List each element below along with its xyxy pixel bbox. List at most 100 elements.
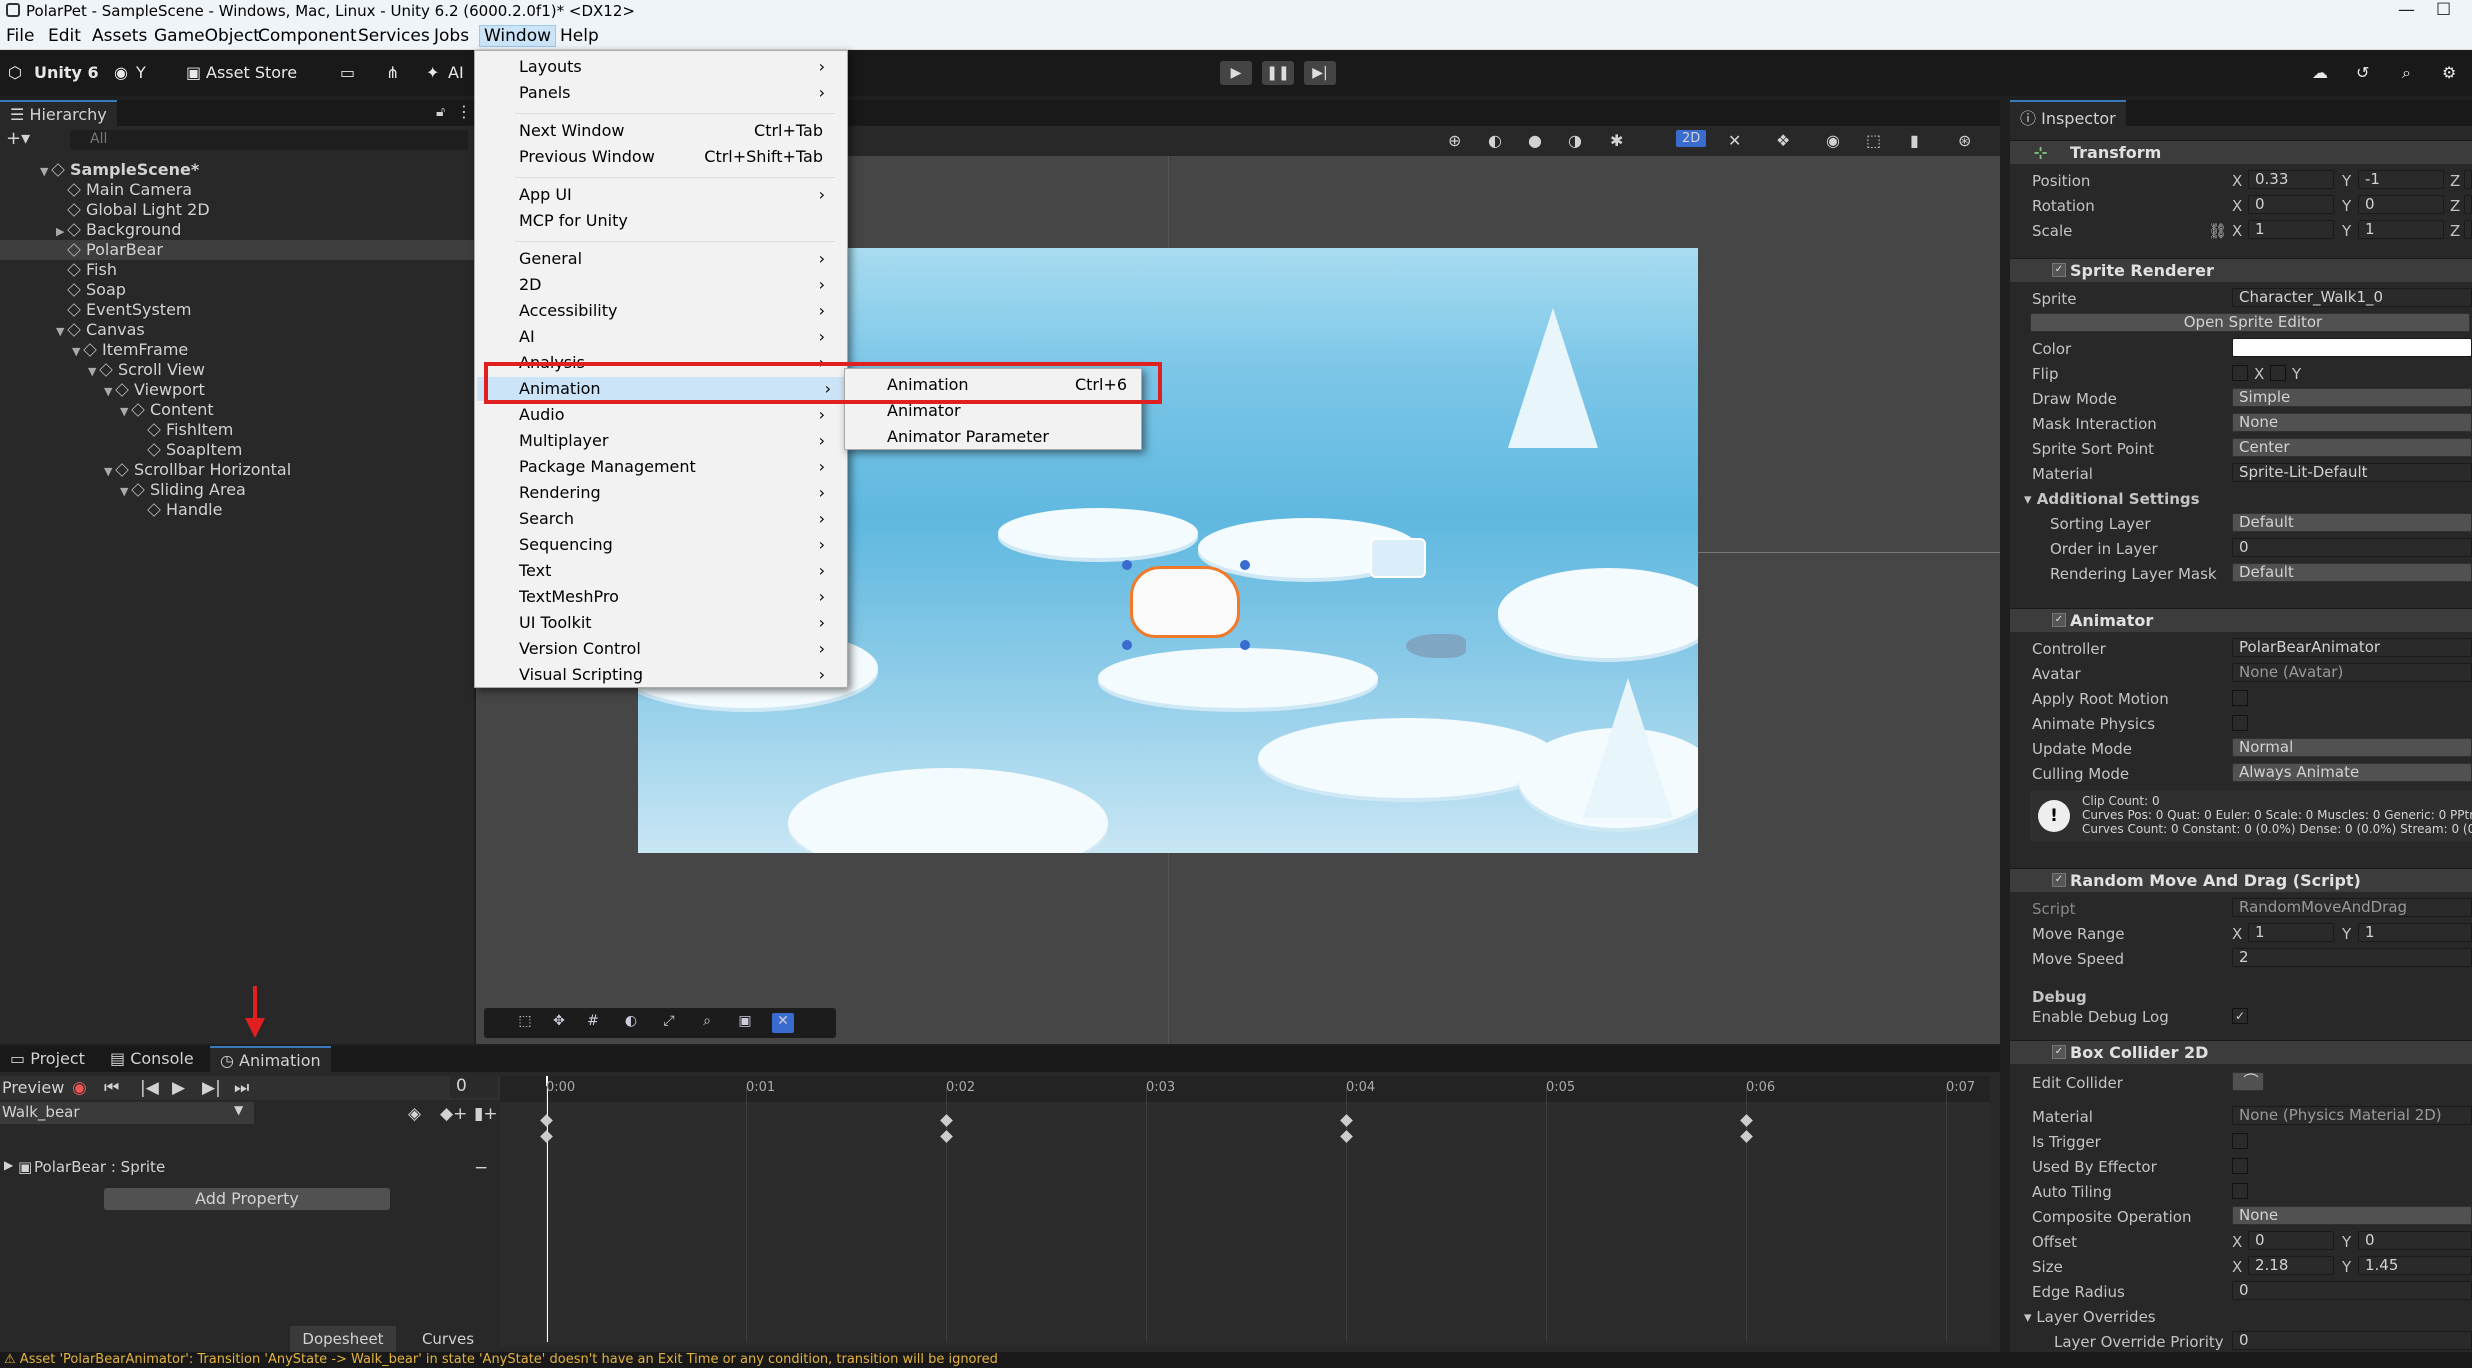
- flip-y-checkbox[interactable]: [2270, 365, 2286, 381]
- hierarchy-item[interactable]: FishItem: [0, 420, 474, 440]
- hierarchy-item[interactable]: Handle: [0, 500, 474, 520]
- keyframe[interactable]: [540, 1130, 553, 1143]
- offset-x-field[interactable]: 0: [2248, 1231, 2334, 1250]
- menu-component[interactable]: Component: [258, 26, 357, 46]
- asset-store-icon[interactable]: ▣: [186, 63, 201, 82]
- hierarchy-item[interactable]: Soap: [0, 280, 474, 300]
- menu-item-sequencing[interactable]: Sequencing ›: [519, 533, 839, 557]
- move-tool-icon[interactable]: ✥: [548, 1013, 570, 1033]
- audio-icon[interactable]: ✕: [1728, 131, 1741, 150]
- menu-item-2d[interactable]: 2D ›: [519, 273, 839, 297]
- package-icon[interactable]: ▭: [340, 63, 355, 82]
- asset-store-button[interactable]: Asset Store: [206, 63, 297, 82]
- menu-item-app-ui[interactable]: App UI ›: [519, 183, 839, 207]
- hierarchy-item[interactable]: ▶ Background: [0, 220, 474, 240]
- pause-button[interactable]: ❚❚: [1262, 61, 1294, 85]
- foldout-arrow-icon[interactable]: ▼: [72, 342, 84, 362]
- offset-y-field[interactable]: 0: [2358, 1231, 2472, 1250]
- menu-item-audio[interactable]: Audio ›: [519, 403, 839, 427]
- minimize-button[interactable]: —: [2398, 0, 2415, 20]
- keyframe[interactable]: [940, 1130, 953, 1143]
- hierarchy-item[interactable]: Global Light 2D: [0, 200, 474, 220]
- maximize-button[interactable]: ☐: [2436, 0, 2451, 20]
- user-icon[interactable]: ◉: [114, 63, 128, 82]
- soap-sprite[interactable]: [1370, 538, 1426, 578]
- tab-animation[interactable]: ◷ Animation: [210, 1046, 331, 1072]
- last-key-button[interactable]: ⏭: [234, 1078, 249, 1098]
- sphere-icon[interactable]: ●: [1528, 131, 1542, 150]
- screen-tool-icon[interactable]: ▣: [734, 1013, 756, 1033]
- animate-physics-checkbox[interactable]: [2232, 715, 2248, 731]
- scale-tool-icon[interactable]: ⤢: [658, 1013, 680, 1033]
- controller-field[interactable]: PolarBearAnimator: [2232, 638, 2472, 657]
- hierarchy-item[interactable]: Fish: [0, 260, 474, 280]
- material-field[interactable]: Sprite-Lit-Default: [2232, 463, 2472, 482]
- ai-icon[interactable]: ✦: [426, 63, 439, 82]
- account-button[interactable]: Unity 6: [34, 63, 99, 82]
- animator-header[interactable]: ✓ Animator: [2010, 608, 2472, 632]
- used-by-effector-checkbox[interactable]: [2232, 1158, 2248, 1174]
- apply-root-motion-checkbox[interactable]: [2232, 690, 2248, 706]
- hierarchy-item[interactable]: Main Camera: [0, 180, 474, 200]
- menu-item-textmeshpro[interactable]: TextMeshPro ›: [519, 585, 839, 609]
- foldout-arrow-icon[interactable]: ▼: [120, 402, 132, 422]
- composite-operation-dropdown[interactable]: None: [2232, 1206, 2472, 1225]
- lock-icon[interactable]: 🔓︎: [436, 104, 445, 120]
- menu-file[interactable]: File: [6, 26, 34, 46]
- auto-tiling-checkbox[interactable]: [2232, 1183, 2248, 1199]
- edge-radius-field[interactable]: 0: [2232, 1281, 2472, 1300]
- polarbear-sprite[interactable]: [1130, 566, 1240, 638]
- scale-z-field[interactable]: 1: [2464, 220, 2472, 239]
- record-button[interactable]: ◉: [72, 1078, 87, 1098]
- box-collider-header[interactable]: ✓ Box Collider 2D: [2010, 1040, 2472, 1064]
- tab-console[interactable]: ▤ Console: [100, 1046, 204, 1072]
- menu-help[interactable]: Help: [560, 26, 599, 46]
- menu-services[interactable]: Services: [358, 26, 430, 46]
- property-row[interactable]: ▶ ▣ PolarBear : Sprite −: [0, 1156, 500, 1178]
- foldout-arrow-icon[interactable]: ▼: [104, 382, 116, 402]
- step-button[interactable]: ▶|: [1304, 61, 1336, 85]
- scale-y-field[interactable]: 1: [2358, 220, 2444, 239]
- status-message[interactable]: Asset 'PolarBearAnimator': Transition 'A…: [20, 1352, 998, 1367]
- gizmos-icon[interactable]: ⊛: [1958, 131, 1971, 150]
- tools-icon[interactable]: ⬚: [1866, 131, 1881, 150]
- menu-item-search[interactable]: Search ›: [519, 507, 839, 531]
- menu-item-version-control[interactable]: Version Control ›: [519, 637, 839, 661]
- next-key-button[interactable]: ▶|: [202, 1078, 221, 1098]
- rect-handle[interactable]: [1122, 560, 1132, 570]
- additional-settings-foldout[interactable]: ▾ Additional Settings: [2024, 490, 2200, 508]
- visibility-icon[interactable]: ◉: [1826, 131, 1840, 150]
- position-z-field[interactable]: 0: [2464, 170, 2472, 189]
- add-property-button[interactable]: Add Property: [104, 1188, 390, 1210]
- avatar-field[interactable]: None (Avatar): [2232, 663, 2472, 682]
- random-move-enabled-checkbox[interactable]: ✓: [2052, 873, 2066, 887]
- zoom-tool-icon[interactable]: ⌕: [696, 1013, 718, 1033]
- hierarchy-item[interactable]: ▼ Canvas: [0, 320, 474, 340]
- transform-header[interactable]: ⊹ Transform: [2010, 140, 2472, 164]
- expand-arrow-icon[interactable]: ▶: [4, 1158, 13, 1172]
- menu-item-panels[interactable]: Panels ›: [519, 81, 839, 105]
- flip-x-checkbox[interactable]: [2232, 365, 2248, 381]
- hierarchy-item[interactable]: ▼ SampleScene*: [0, 160, 474, 180]
- random-move-header[interactable]: ✓ Random Move And Drag (Script): [2010, 868, 2472, 892]
- menu-item-general[interactable]: General ›: [519, 247, 839, 271]
- edit-collider-button[interactable]: ⌒: [2232, 1072, 2264, 1091]
- dopesheet-tab[interactable]: Dopesheet: [290, 1326, 396, 1352]
- frame-field[interactable]: 0: [450, 1076, 498, 1098]
- menu-item-accessibility[interactable]: Accessibility ›: [519, 299, 839, 323]
- menu-item-ai[interactable]: AI ›: [519, 325, 839, 349]
- link-icon[interactable]: ⛓: [2208, 222, 2227, 240]
- sprite-field[interactable]: Character_Walk1_0: [2232, 288, 2472, 307]
- menu-jobs[interactable]: Jobs: [434, 26, 469, 46]
- move-range-x-field[interactable]: 1: [2248, 923, 2334, 942]
- rotation-z-field[interactable]: 0: [2464, 195, 2472, 214]
- enable-debug-log-checkbox[interactable]: ✓: [2232, 1008, 2248, 1024]
- order-field[interactable]: 0: [2232, 538, 2472, 557]
- rendering-layer-mask-dropdown[interactable]: Default: [2232, 563, 2472, 582]
- transform-tool-icon[interactable]: ✕: [772, 1013, 794, 1033]
- gizmo-orbit-icon[interactable]: ⊕: [1448, 131, 1461, 150]
- grid-tool-icon[interactable]: #: [582, 1013, 604, 1033]
- effects-icon[interactable]: ✱: [1610, 131, 1623, 150]
- clip-dropdown[interactable]: Walk_bear ▼: [0, 1102, 254, 1124]
- mask-interaction-dropdown[interactable]: None: [2232, 413, 2472, 432]
